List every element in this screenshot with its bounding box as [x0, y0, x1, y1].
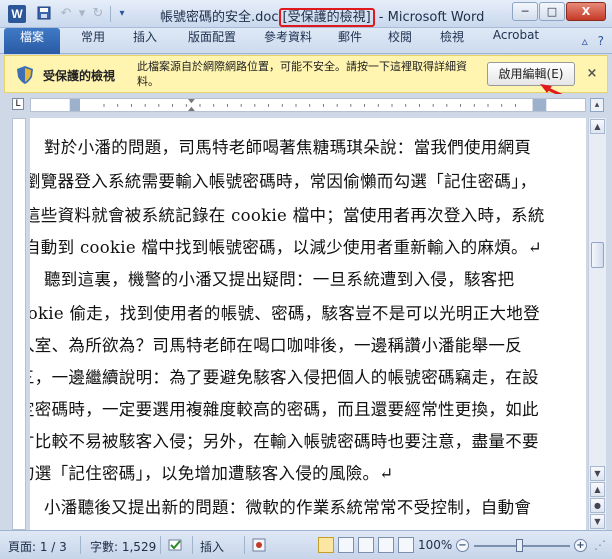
- resize-grip-icon[interactable]: ⋰: [594, 538, 606, 552]
- redo-icon[interactable]: ↻: [90, 6, 106, 22]
- document-line: 瀏覽器登入系統需要輸入帳號密碼時，常因偷懶而勾選「記住密碼」，: [30, 172, 537, 191]
- shield-icon: [17, 66, 33, 84]
- tab-review[interactable]: 校閱: [378, 28, 422, 54]
- insert-mode[interactable]: 插入: [200, 538, 224, 555]
- minimize-ribbon-icon[interactable]: ▵: [582, 34, 588, 48]
- ruler-toggle-button[interactable]: ▴: [590, 98, 604, 112]
- document-line: cookie 偷走，找到使用者的帳號、密碼，駭客豈不是可以光明正大地登: [30, 304, 540, 323]
- document-line: 自動到 cookie 檔中找到帳號密碼，以減少使用者重新輸入的麻煩。↵: [30, 238, 542, 257]
- document-line: 定密碼時，一定要選用複雜度較高的密碼，而且還要經常性更換，如此: [30, 400, 539, 419]
- tab-home[interactable]: 常用: [70, 28, 116, 54]
- print-layout-view-icon[interactable]: [318, 537, 334, 553]
- undo-icon[interactable]: ↶: [58, 6, 74, 22]
- quick-access-separator: [110, 6, 111, 22]
- protected-view-bar: 受保護的檢視 此檔案源自於網際網路位置，可能不安全。請按一下這裡取得詳細資料。 …: [4, 55, 608, 93]
- title-app-name: - Microsoft Word: [374, 10, 485, 25]
- vertical-scrollbar[interactable]: ▲ ▼ ▲ ● ▼: [588, 118, 606, 530]
- customize-icon[interactable]: ▾: [114, 6, 130, 22]
- document-line: 三，一邊繼續說明：為了要避免駭客入侵把個人的帳號密碼竊走，在設: [30, 368, 539, 387]
- status-separator: [80, 536, 81, 554]
- window-title: 帳號密碼的安全.doc [受保護的檢視] - Microsoft Word: [160, 6, 485, 27]
- zoom-level[interactable]: 100%: [418, 538, 452, 552]
- ribbon-right-icons: ▵ ?: [582, 34, 604, 48]
- tab-acrobat[interactable]: Acrobat: [484, 28, 548, 54]
- word-count[interactable]: 字數: 1,529: [90, 538, 156, 555]
- language-icon[interactable]: [168, 538, 184, 555]
- previous-page-icon[interactable]: ▲: [590, 482, 605, 497]
- zoom-out-button[interactable]: −: [456, 539, 469, 552]
- minimize-button[interactable]: ─: [512, 2, 538, 21]
- page-count[interactable]: 頁面: 1 / 3: [8, 538, 67, 555]
- protected-view-title: 受保護的檢視: [43, 69, 116, 83]
- zoom-slider-thumb[interactable]: [516, 539, 523, 552]
- tab-references[interactable]: 參考資料: [254, 28, 322, 54]
- scroll-up-icon[interactable]: ▲: [590, 119, 605, 134]
- tab-mailings[interactable]: 郵件: [330, 28, 370, 54]
- horizontal-ruler[interactable]: [30, 98, 586, 112]
- maximize-button[interactable]: □: [539, 2, 565, 21]
- ruler-row: L ▴: [0, 94, 612, 116]
- title-filename: 帳號密碼的安全.doc: [160, 10, 279, 25]
- next-page-icon[interactable]: ▼: [590, 514, 605, 529]
- close-icon[interactable]: ×: [585, 66, 599, 82]
- scroll-down-icon[interactable]: ▼: [590, 466, 605, 481]
- document-line: 聽到這裏，機警的小潘又提出疑問：一旦系統遭到入侵，駭客把: [44, 270, 515, 289]
- save-icon[interactable]: [36, 6, 52, 22]
- undo-dropdown-icon[interactable]: ▾: [74, 6, 90, 22]
- status-separator: [160, 536, 161, 554]
- tab-file[interactable]: 檔案: [4, 28, 60, 54]
- vertical-ruler: [12, 118, 26, 530]
- scrollbar-thumb[interactable]: [591, 242, 604, 268]
- macro-record-icon[interactable]: [252, 538, 266, 555]
- tab-view[interactable]: 檢視: [430, 28, 474, 54]
- draft-view-icon[interactable]: [398, 537, 414, 553]
- full-screen-reading-view-icon[interactable]: [338, 537, 354, 553]
- document-line: 才比較不易被駭客入侵；另外，在輸入帳號密碼時也要注意，盡量不要: [30, 432, 539, 451]
- document-line: 入室、為所欲為？司馬特老師在喝口咖啡後，一邊稱讚小潘能舉一反: [30, 336, 522, 355]
- document-line: 這些資料就會被系統記錄在 cookie 檔中；當使用者再次登入時，系統: [30, 206, 545, 225]
- title-bar: W ↶ ▾ ↻ ▾ 帳號密碼的安全.doc [受保護的檢視] - Microsof…: [0, 0, 612, 28]
- word-app-icon[interactable]: W: [8, 5, 26, 23]
- tab-insert[interactable]: 插入: [122, 28, 168, 54]
- zoom-in-button[interactable]: +: [574, 539, 587, 552]
- outline-view-icon[interactable]: [378, 537, 394, 553]
- close-button[interactable]: X: [566, 2, 606, 21]
- tab-selector-icon[interactable]: L: [12, 98, 24, 110]
- protected-view-message[interactable]: 此檔案源自於網際網路位置，可能不安全。請按一下這裡取得詳細資料。: [137, 59, 467, 89]
- document-page[interactable]: 對於小潘的問題，司馬特老師喝著焦糖瑪琪朵說：當我們使用網頁 瀏覽器登入系統需要輸…: [30, 118, 586, 530]
- status-bar: 頁面: 1 / 3 字數: 1,529 插入 100% − + ⋰: [0, 530, 612, 559]
- document-line: 對於小潘的問題，司馬特老師喝著焦糖瑪琪朵說：當我們使用網頁: [44, 138, 532, 157]
- web-layout-view-icon[interactable]: [358, 537, 374, 553]
- tab-page-layout[interactable]: 版面配置: [178, 28, 246, 54]
- select-browse-object-icon[interactable]: ●: [590, 498, 605, 513]
- document-line: 勾選「記住密碼」，以免增加遭駭客入侵的風險。↵: [30, 464, 394, 483]
- title-protected-view-label: [受保護的檢視]: [278, 8, 375, 27]
- help-icon[interactable]: ?: [598, 34, 604, 48]
- status-separator: [244, 536, 245, 554]
- status-separator: [192, 536, 193, 554]
- ribbon-tabs: 檔案 常用 插入 版面配置 參考資料 郵件 校閱 檢視 Acrobat ▵ ?: [0, 28, 612, 54]
- document-line: 小潘聽後又提出新的問題：微軟的作業系統常常不受控制，自動會: [44, 498, 532, 517]
